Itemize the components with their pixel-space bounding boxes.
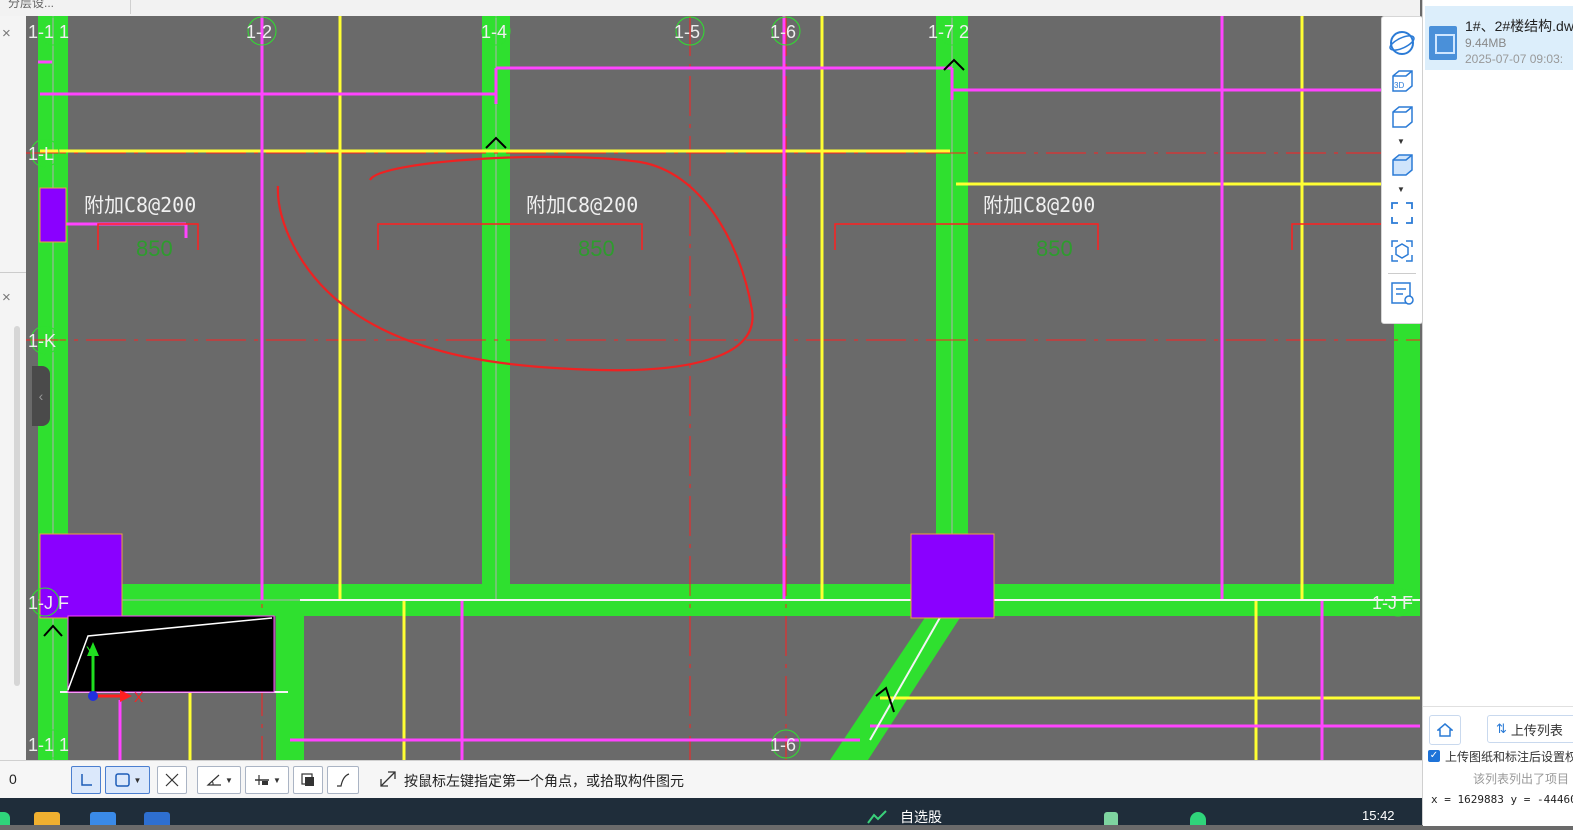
dimension-brackets — [97, 223, 1382, 250]
permission-checkbox-label: 上传图纸和标注后设置权限 — [1445, 750, 1573, 764]
top-strip: 分层设... — [0, 0, 1420, 16]
copy-button[interactable] — [293, 766, 323, 794]
3d-view-icon[interactable]: 3D — [1388, 67, 1416, 95]
arc-button[interactable] — [327, 766, 359, 794]
upload-list-label: 上传列表 — [1510, 722, 1563, 738]
taskbar-clock: 15:42 — [1362, 808, 1395, 823]
arc-icon — [337, 773, 350, 787]
fullscreen-icon[interactable] — [1388, 199, 1416, 227]
axis-label: 1-L — [28, 144, 54, 164]
close-icon[interactable]: × — [2, 290, 11, 306]
rebar-label: 附加C8@200 — [84, 193, 196, 217]
angle-icon — [206, 774, 222, 786]
rebar-label: 附加C8@200 — [526, 193, 638, 217]
axis-label: 1-4 — [481, 22, 507, 42]
taskbar-app-icon[interactable] — [0, 812, 10, 825]
file-time: 2025-07-07 09:03: — [1465, 52, 1564, 66]
taskbar-app-label[interactable]: 自选股 — [900, 807, 942, 827]
permission-checkbox[interactable]: ✓ — [1428, 750, 1440, 762]
rebar-label: 附加C8@200 — [983, 193, 1095, 217]
upload-list-button[interactable]: ⇅ 上传列表 — [1487, 715, 1573, 743]
file-name: 1#、2#楼结构.dwg — [1465, 18, 1573, 34]
offset-icon — [255, 775, 270, 785]
os-taskbar: 自选股 15:42 — [0, 798, 1422, 825]
axis-label: 1-J F — [28, 593, 69, 613]
floor-plan-drawing: Y X 1-1 1 1-2 1-4 1-5 1-6 1-7 2 1-L 1-K … — [26, 16, 1420, 760]
cross-button[interactable] — [157, 766, 187, 794]
copy-icon — [301, 773, 314, 786]
expand-arrow-icon — [380, 771, 396, 787]
3d-label: 3D — [1394, 81, 1404, 90]
axis-label: 1-J F — [1372, 593, 1413, 613]
file-size: 9.44MB — [1465, 36, 1507, 50]
beam-diagonal — [830, 610, 965, 760]
upload-sort-icon: ⇅ — [1496, 721, 1507, 736]
tray-icon[interactable] — [1190, 812, 1206, 825]
command-bar: 0 ▼ ▼ ▼ 按鼠标左键指定第一个角点，或拾取构件图元 — [0, 760, 1422, 799]
cross-icon — [165, 773, 179, 787]
ortho-icon — [81, 774, 92, 786]
markup-circle — [276, 155, 754, 372]
top-view-icon[interactable] — [1388, 151, 1416, 179]
ucs-x-label: X — [134, 689, 144, 705]
chevron-down-icon[interactable]: ▼ — [1397, 137, 1405, 146]
command-prompt: 按鼠标左键指定第一个角点，或拾取构件图元 — [404, 773, 684, 789]
upload-area: ⇅ 上传列表 ✓ 上传图纸和标注后设置权限 该列表列出了项目 x = 16298… — [1423, 706, 1573, 826]
axis-label: 1-2 — [246, 22, 272, 42]
folder-icon[interactable] — [34, 812, 60, 825]
cad-canvas[interactable]: Y X 1-1 1 1-2 1-4 1-5 1-6 1-7 2 1-L 1-K … — [26, 16, 1420, 760]
ucs-y-label: Y — [86, 643, 96, 659]
beam-vertical — [276, 600, 304, 760]
top-caption: 分层设... — [8, 0, 55, 10]
angle-button[interactable]: ▼ — [197, 766, 241, 794]
axis-label: 1-7 2 — [928, 22, 969, 42]
offset-button[interactable]: ▼ — [245, 766, 289, 794]
chevron-down-icon: ▼ — [225, 775, 233, 785]
axis-label: 1-1 1 — [28, 22, 69, 42]
collapse-handle[interactable]: ‹ — [32, 366, 50, 426]
layer-list-icon[interactable] — [1388, 279, 1416, 307]
scrollbar[interactable] — [14, 326, 20, 686]
chevron-down-icon[interactable]: ▼ — [1397, 185, 1405, 194]
axis-label: 1-6 — [770, 22, 796, 42]
chevron-down-icon: ▼ — [133, 775, 142, 785]
chevron-down-icon: ▼ — [273, 775, 281, 785]
panel-divider — [0, 272, 26, 273]
ortho-button[interactable] — [71, 766, 101, 794]
column — [39, 187, 67, 243]
dimension-label: 850 — [578, 236, 615, 261]
select-box-icon — [114, 773, 130, 787]
file-card[interactable]: 1#、2#楼结构.dwg 9.44MB 2025-07-07 09:03: — [1425, 6, 1573, 70]
file-panel: 1#、2#楼结构.dwg 9.44MB 2025-07-07 09:03: ⇅ … — [1422, 0, 1573, 826]
list-hint: 该列表列出了项目 — [1473, 772, 1570, 786]
taskbar-app-icon[interactable] — [144, 812, 170, 825]
axis-label: 1-5 — [674, 22, 700, 42]
tray-icon[interactable] — [1104, 812, 1118, 825]
axis-label: 1-K — [28, 331, 56, 351]
toolbar-divider — [1388, 273, 1416, 274]
dimension-label: 850 — [136, 236, 173, 261]
taskbar-app-icon[interactable] — [90, 812, 116, 825]
cursor-coordinates: x = 1629883 y = -444600 — [1431, 793, 1573, 806]
ucs-indicator: Y X — [67, 615, 275, 705]
column-layer — [39, 187, 995, 619]
view-toolbar: 3D ▼ ▼ — [1381, 16, 1423, 324]
orbit-icon[interactable] — [1388, 29, 1416, 57]
front-view-icon[interactable] — [1388, 103, 1416, 131]
status-value: 0 — [9, 771, 17, 787]
left-collapsed-panel: × × — [0, 16, 27, 760]
home-icon — [1437, 723, 1453, 737]
axis-label: 1-6 — [770, 735, 796, 755]
axis-label: 1-1 1 — [28, 735, 69, 755]
select-box-button[interactable]: ▼ — [105, 766, 150, 794]
dimension-label: 850 — [1036, 236, 1073, 261]
close-icon[interactable]: × — [2, 26, 11, 42]
column — [910, 533, 995, 619]
dwg-file-icon — [1429, 26, 1457, 60]
stock-app-icon[interactable] — [866, 809, 890, 825]
home-button[interactable] — [1429, 715, 1461, 745]
isometric-icon[interactable] — [1388, 237, 1416, 265]
